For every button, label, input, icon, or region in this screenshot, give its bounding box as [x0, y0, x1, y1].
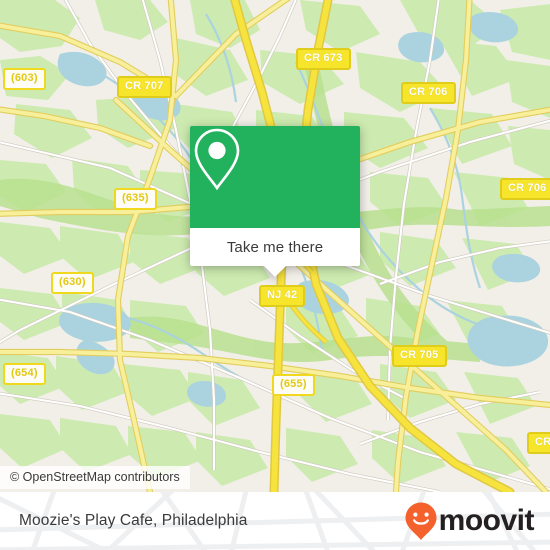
road-shield-cr706-north: CR 706	[401, 82, 456, 104]
popup-action-bar[interactable]: Take me there	[190, 228, 360, 277]
road-shield-cr706-east: CR 706	[500, 178, 550, 200]
road-shield-630: (630)	[51, 272, 94, 294]
osm-attribution[interactable]: © OpenStreetMap contributors	[0, 466, 190, 489]
place-title: Moozie's Play Cafe, Philadelphia	[19, 512, 248, 529]
road-shield-654: (654)	[3, 363, 46, 385]
road-shield-cr705: CR 705	[392, 345, 447, 367]
moovit-pin-icon	[405, 502, 437, 540]
moovit-logo[interactable]: moovit	[404, 501, 535, 541]
location-popup-card[interactable]: Take me there	[190, 126, 360, 277]
road-shield-cr707: CR 707	[117, 76, 172, 98]
footer-bar: Moozie's Play Cafe, Philadelphia moovit	[0, 492, 550, 550]
moovit-wordmark: moovit	[438, 504, 535, 537]
map-pin-icon	[194, 128, 240, 191]
road-shield-cr-clipped: CR	[527, 432, 550, 454]
road-shield-nj42: NJ 42	[259, 285, 306, 307]
popup-image-area	[190, 126, 360, 228]
road-shield-603: (603)	[3, 68, 46, 90]
road-shield-635: (635)	[114, 188, 157, 210]
popup-pointer-tail	[264, 266, 286, 277]
map-canvas[interactable]: (603) CR 707 CR 673 CR 706 CR 706 (635) …	[0, 0, 550, 492]
take-me-there-label: Take me there	[226, 238, 324, 256]
road-shield-cr673: CR 673	[296, 48, 351, 70]
map-screenshot: (603) CR 707 CR 673 CR 706 CR 706 (635) …	[0, 0, 550, 550]
road-shield-655: (655)	[272, 374, 315, 396]
